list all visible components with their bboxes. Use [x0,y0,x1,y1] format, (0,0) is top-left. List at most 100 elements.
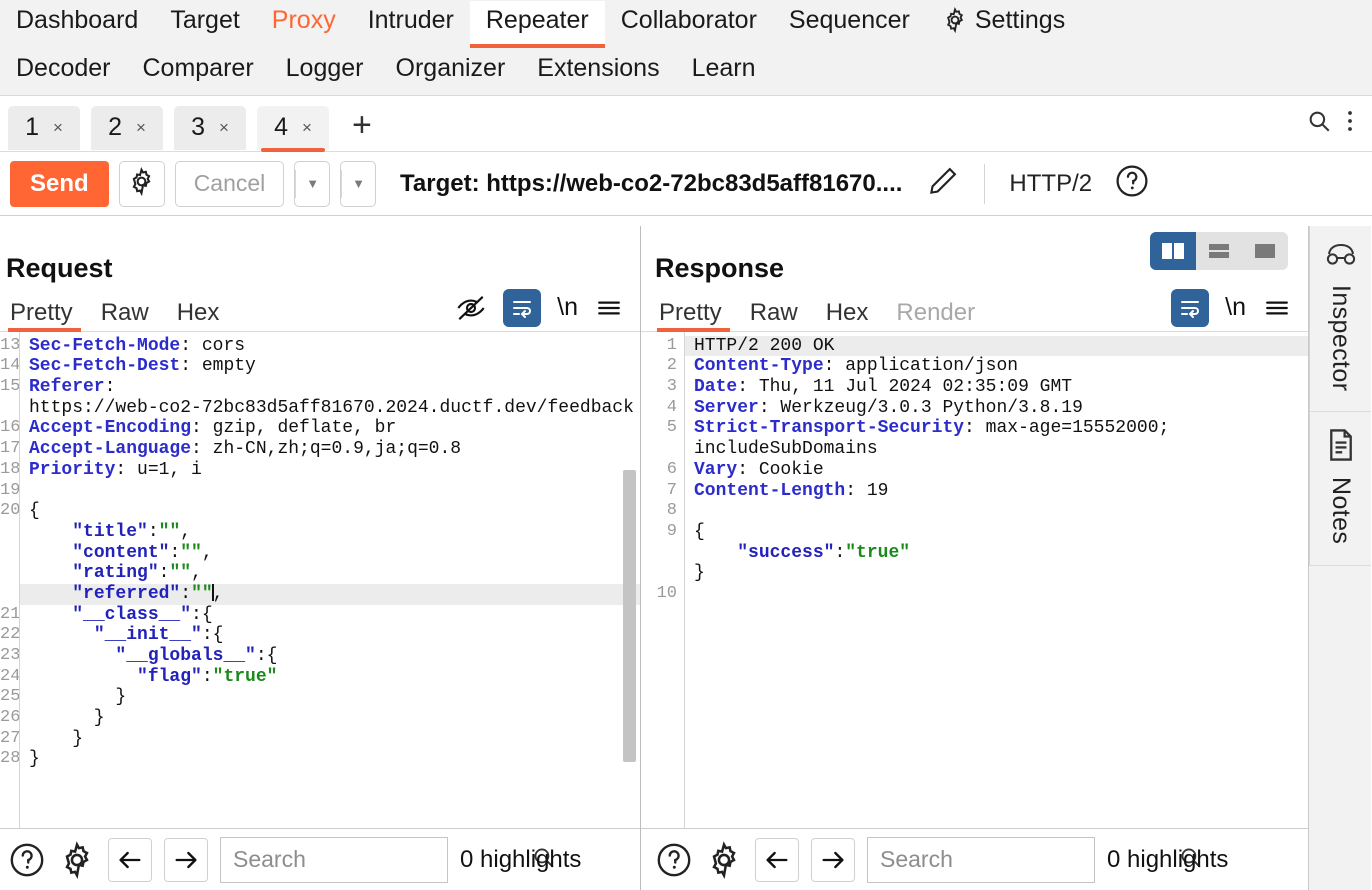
response-code[interactable]: HTTP/2 200 OK Content-Type: application/j… [685,332,1308,828]
menu-learn[interactable]: Learn [676,49,772,96]
main-menubar: Dashboard Target Proxy Intruder Repeater… [0,0,1372,96]
eye-off-icon[interactable] [455,292,487,324]
close-icon[interactable]: × [53,119,63,136]
gear-icon[interactable] [58,840,96,879]
response-pane: Response Pretty Raw Hex Render \n 1 2 3 … [641,226,1309,890]
repeater-tab-3[interactable]: 3 × [174,105,246,150]
repeater-tab-label: 1 [25,113,39,141]
layout-side-by-side-button[interactable] [1150,232,1196,270]
gear-icon[interactable] [705,840,743,879]
menu-settings[interactable]: Settings [926,1,1081,48]
menu-logger[interactable]: Logger [270,49,380,96]
request-highlight-count: 0 highlights [460,845,582,873]
request-search-input-wrapper[interactable] [220,836,554,883]
layout-single-button[interactable] [1242,232,1288,270]
help-button[interactable] [1114,163,1150,204]
cancel-button[interactable]: Cancel [174,160,285,207]
repeater-tab-label: 2 [108,113,122,141]
add-tab-button[interactable]: + [340,108,384,142]
menu-intruder[interactable]: Intruder [352,1,470,48]
word-wrap-icon[interactable] [503,288,542,327]
next-request-button[interactable]: › ▼ [13,160,377,251]
tab-response-pretty[interactable]: Pretty [655,300,736,332]
menu-dashboard[interactable]: Dashboard [0,1,154,48]
search-next-button[interactable] [164,837,208,882]
help-circle-icon[interactable] [8,841,46,879]
request-view-tabs: Pretty Raw Hex \n [0,288,640,332]
layout-toggle-group [1150,232,1288,270]
newline-icon[interactable]: \n [1225,293,1246,322]
menu-organizer[interactable]: Organizer [380,49,522,96]
menu-collaborator[interactable]: Collaborator [605,1,773,48]
tab-request-hex[interactable]: Hex [163,300,234,331]
layout-stacked-icon [1209,244,1229,258]
gear-icon [127,166,156,201]
close-icon[interactable]: × [219,119,229,136]
response-editor[interactable]: 12345 6789 10 HTTP/2 200 OK Content-Type:… [641,331,1308,828]
previous-request-button[interactable]: ‹ ▼ [13,160,331,251]
tab-response-raw[interactable]: Raw [736,300,812,331]
search-previous-button[interactable] [755,837,799,882]
request-line-numbers: 13 14 15 16 17 18 19 20 21 22 23 24 25 26 27 28 [0,331,20,828]
response-tools: \n [1171,288,1308,331]
layout-single-icon [1255,244,1275,258]
send-button[interactable]: Send [10,160,109,207]
menu-decoder[interactable]: Decoder [0,49,127,96]
tab-request-pretty[interactable]: Pretty [6,300,87,332]
send-settings-button[interactable] [118,160,165,207]
request-pane: Request Pretty Raw Hex \n 13 14 15 16 17… [0,226,641,890]
edit-target-button[interactable] [926,164,960,203]
word-wrap-icon[interactable] [1171,288,1210,327]
arrow-right-icon [822,851,844,868]
hamburger-menu-icon[interactable] [594,295,624,321]
search-previous-button[interactable] [108,837,152,882]
repeater-tab-2[interactable]: 2 × [91,105,163,150]
menu-target[interactable]: Target [154,1,255,48]
newline-icon[interactable]: \n [557,293,578,322]
arrow-right-icon [175,851,197,868]
target-label: Target: https://web-co2-72bc83d5aff81670… [400,169,903,197]
burp-repeater-window: Dashboard Target Proxy Intruder Repeater… [0,0,1372,890]
menu-sequencer[interactable]: Sequencer [773,1,926,48]
help-circle-icon [1114,163,1150,204]
request-editor[interactable]: 13 14 15 16 17 18 19 20 21 22 23 24 25 26 27 28 Sec-F… [0,331,640,828]
request-tools: \n [455,288,640,331]
repeater-tab-1[interactable]: 1 × [8,105,80,150]
menubar-row-2: Decoder Comparer Logger Organizer Extens… [0,48,1372,96]
notes-document-icon [1326,428,1356,467]
tab-response-hex[interactable]: Hex [812,300,883,331]
response-line-numbers: 12345 6789 10 [641,331,685,828]
help-circle-icon[interactable] [655,841,693,879]
menubar-row-1: Dashboard Target Proxy Intruder Repeater… [0,0,1372,48]
request-vertical-scrollbar[interactable] [623,469,636,762]
request-code[interactable]: Sec-Fetch-Mode: cors Sec-Fetch-Dest: empt… [20,332,640,828]
chevron-down-icon[interactable]: ▼ [296,176,329,191]
http-version-label[interactable]: HTTP/2 [1009,170,1092,198]
menu-repeater[interactable]: Repeater [469,1,605,48]
sidebar-item-label: Inspector [1327,285,1355,392]
search-icon[interactable] [1306,108,1332,139]
repeater-tab-4[interactable]: 4 × [257,105,329,152]
arrow-left-icon [766,851,788,868]
menu-proxy[interactable]: Proxy [256,1,352,48]
kebab-menu-icon[interactable] [1346,108,1354,139]
divider [984,163,986,204]
right-sidebar: Inspector Notes [1309,226,1371,890]
sidebar-item-inspector[interactable]: Inspector [1309,226,1371,413]
repeater-tab-label: 4 [274,113,288,141]
arrow-left-icon [119,851,141,868]
close-icon[interactable]: × [136,119,146,136]
tab-request-raw[interactable]: Raw [87,300,163,331]
hamburger-menu-icon[interactable] [1262,295,1292,321]
layout-stacked-button[interactable] [1196,232,1242,270]
menu-extensions[interactable]: Extensions [521,49,675,96]
response-view-tabs: Pretty Raw Hex Render \n [641,288,1308,332]
response-search-input-wrapper[interactable] [867,836,1201,883]
close-icon[interactable]: × [302,119,312,136]
menu-comparer[interactable]: Comparer [127,49,270,96]
chevron-down-icon[interactable]: ▼ [342,176,375,191]
search-next-button[interactable] [811,837,855,882]
menu-settings-label: Settings [974,6,1066,34]
sidebar-item-notes[interactable]: Notes [1309,412,1371,566]
